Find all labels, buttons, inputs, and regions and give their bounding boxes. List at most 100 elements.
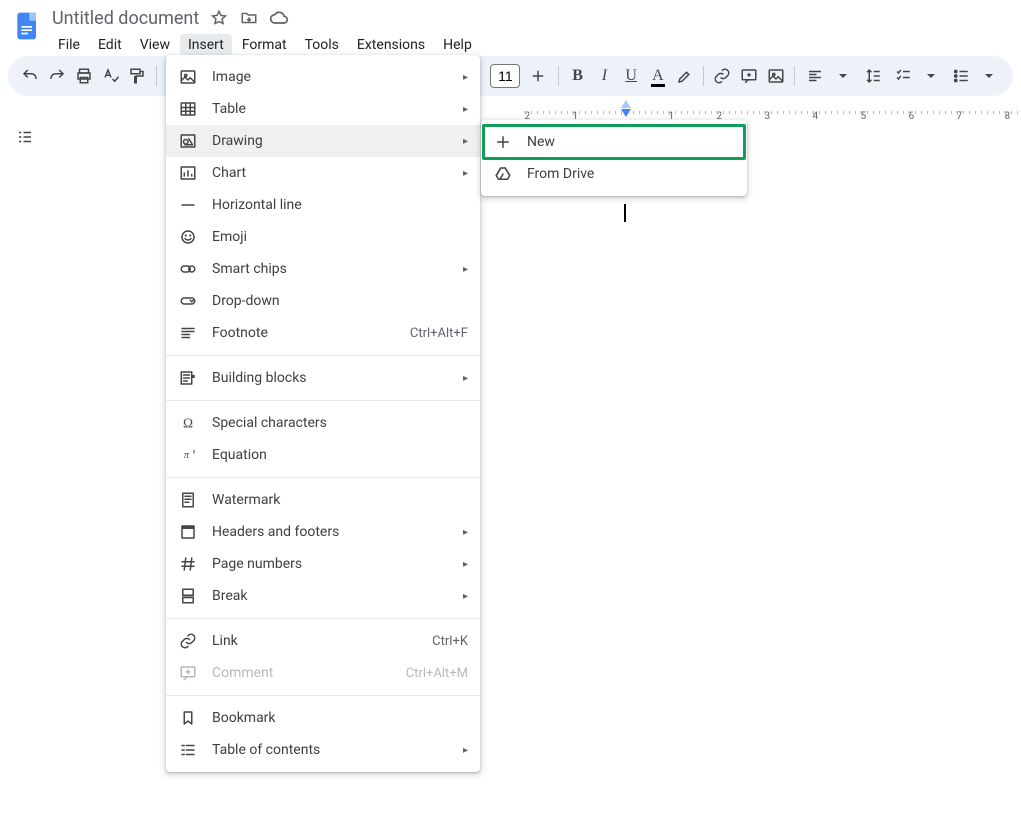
menu-item-label: Bookmark [212, 710, 468, 726]
insert-table[interactable]: Table ▸ [166, 93, 480, 125]
menu-item-label: From Drive [527, 166, 735, 182]
insert-break[interactable]: Break ▸ [166, 580, 480, 612]
left-indent-marker[interactable] [621, 109, 631, 117]
insert-equation[interactable]: πx Equation [166, 439, 480, 471]
menu-view[interactable]: View [132, 34, 178, 56]
move-folder-icon[interactable] [239, 8, 259, 28]
document-title[interactable]: Untitled document [52, 8, 199, 29]
font-size-increase[interactable] [524, 62, 552, 90]
toolbar: B I U A [8, 56, 1013, 96]
toc-icon [178, 740, 198, 760]
hash-icon [178, 554, 198, 574]
line-spacing-button[interactable] [859, 62, 887, 90]
insert-table-of-contents[interactable]: Table of contents ▸ [166, 734, 480, 766]
docs-logo[interactable] [8, 6, 48, 46]
menu-help[interactable]: Help [435, 34, 480, 56]
menu-item-label: Emoji [212, 229, 468, 245]
hr-icon [178, 195, 198, 215]
cloud-status-icon[interactable] [269, 8, 289, 28]
underline-button[interactable]: U [619, 62, 644, 90]
checklist-button[interactable] [889, 62, 945, 90]
horizontal-ruler[interactable]: 2112345678910 [525, 100, 1021, 116]
insert-bookmark[interactable]: Bookmark [166, 702, 480, 734]
menu-item-label: Headers and footers [212, 524, 449, 540]
image-icon [178, 67, 198, 87]
menu-separator [166, 695, 480, 696]
menu-separator [166, 355, 480, 356]
bold-button[interactable]: B [565, 62, 590, 90]
submenu-caret-icon: ▸ [463, 745, 468, 756]
dropdown-icon [178, 291, 198, 311]
menu-item-label: Page numbers [212, 556, 449, 572]
drawing-icon [178, 131, 198, 151]
menu-item-label: Drawing [212, 133, 449, 149]
menu-item-label: Image [212, 69, 449, 85]
add-comment-button[interactable] [737, 62, 762, 90]
left-sidebar [0, 120, 50, 154]
menu-separator [166, 618, 480, 619]
shortcut-label: Ctrl+K [432, 634, 468, 649]
insert-smart-chips[interactable]: Smart chips ▸ [166, 253, 480, 285]
menu-item-label: Building blocks [212, 370, 449, 386]
plus-icon [493, 132, 513, 152]
align-button[interactable] [801, 62, 857, 90]
submenu-caret-icon: ▸ [463, 373, 468, 384]
undo-button[interactable] [18, 62, 43, 90]
menu-separator [166, 400, 480, 401]
insert-image-button[interactable] [763, 62, 788, 90]
insert-chart[interactable]: Chart ▸ [166, 157, 480, 189]
document-outline-button[interactable] [8, 120, 42, 154]
menu-item-label: Special characters [212, 415, 468, 431]
insert-drawing[interactable]: Drawing ▸ [166, 125, 480, 157]
menu-edit[interactable]: Edit [90, 34, 130, 56]
menu-format[interactable]: Format [234, 34, 295, 56]
menu-file[interactable]: File [50, 34, 88, 56]
drawing-from-drive[interactable]: From Drive [481, 158, 747, 190]
insert-page-numbers[interactable]: Page numbers ▸ [166, 548, 480, 580]
menu-insert[interactable]: Insert [180, 34, 232, 56]
shortcut-label: Ctrl+Alt+M [406, 666, 468, 681]
insert-headers-and-footers[interactable]: Headers and footers ▸ [166, 516, 480, 548]
italic-button[interactable]: I [592, 62, 617, 90]
submenu-caret-icon: ▸ [463, 168, 468, 179]
insert-drop-down[interactable]: Drop-down [166, 285, 480, 317]
bulleted-list-button[interactable] [947, 62, 1003, 90]
insert-footnote[interactable]: Footnote Ctrl+Alt+F [166, 317, 480, 349]
insert-link[interactable]: Link Ctrl+K [166, 625, 480, 657]
insert-image[interactable]: Image ▸ [166, 61, 480, 93]
submenu-caret-icon: ▸ [463, 136, 468, 147]
insert-building-blocks[interactable]: Building blocks ▸ [166, 362, 480, 394]
blocks-icon [178, 368, 198, 388]
insert-watermark[interactable]: Watermark [166, 484, 480, 516]
drawing-new[interactable]: New [481, 126, 747, 158]
print-button[interactable] [72, 62, 97, 90]
menu-item-label: Horizontal line [212, 197, 468, 213]
text-cursor [624, 204, 626, 222]
star-icon[interactable] [209, 8, 229, 28]
menu-item-label: Chart [212, 165, 449, 181]
drawing-submenu: New From Drive [481, 120, 747, 196]
bookmark-icon [178, 708, 198, 728]
paint-format-button[interactable] [125, 62, 150, 90]
menu-item-label: New [527, 134, 735, 150]
insert-horizontal-line[interactable]: Horizontal line [166, 189, 480, 221]
text-color-button[interactable]: A [646, 62, 671, 90]
menu-tools[interactable]: Tools [297, 34, 347, 56]
break-icon [178, 586, 198, 606]
insert-emoji[interactable]: Emoji [166, 221, 480, 253]
first-line-indent-marker[interactable] [621, 100, 631, 108]
highlight-color-button[interactable] [672, 62, 697, 90]
insert-special-characters[interactable]: Ω Special characters [166, 407, 480, 439]
redo-button[interactable] [45, 62, 70, 90]
table-icon [178, 99, 198, 119]
menu-item-label: Link [212, 633, 418, 649]
menu-extensions[interactable]: Extensions [349, 34, 433, 56]
spellcheck-button[interactable] [98, 62, 123, 90]
chips-icon [178, 259, 198, 279]
insert-link-button[interactable] [710, 62, 735, 90]
insert-menu: Image ▸ Table ▸ Drawing ▸ Chart ▸ Horizo… [166, 55, 480, 772]
document-page[interactable] [525, 120, 1021, 820]
submenu-caret-icon: ▸ [463, 559, 468, 570]
menu-item-label: Equation [212, 447, 468, 463]
font-size-input[interactable] [490, 64, 520, 88]
